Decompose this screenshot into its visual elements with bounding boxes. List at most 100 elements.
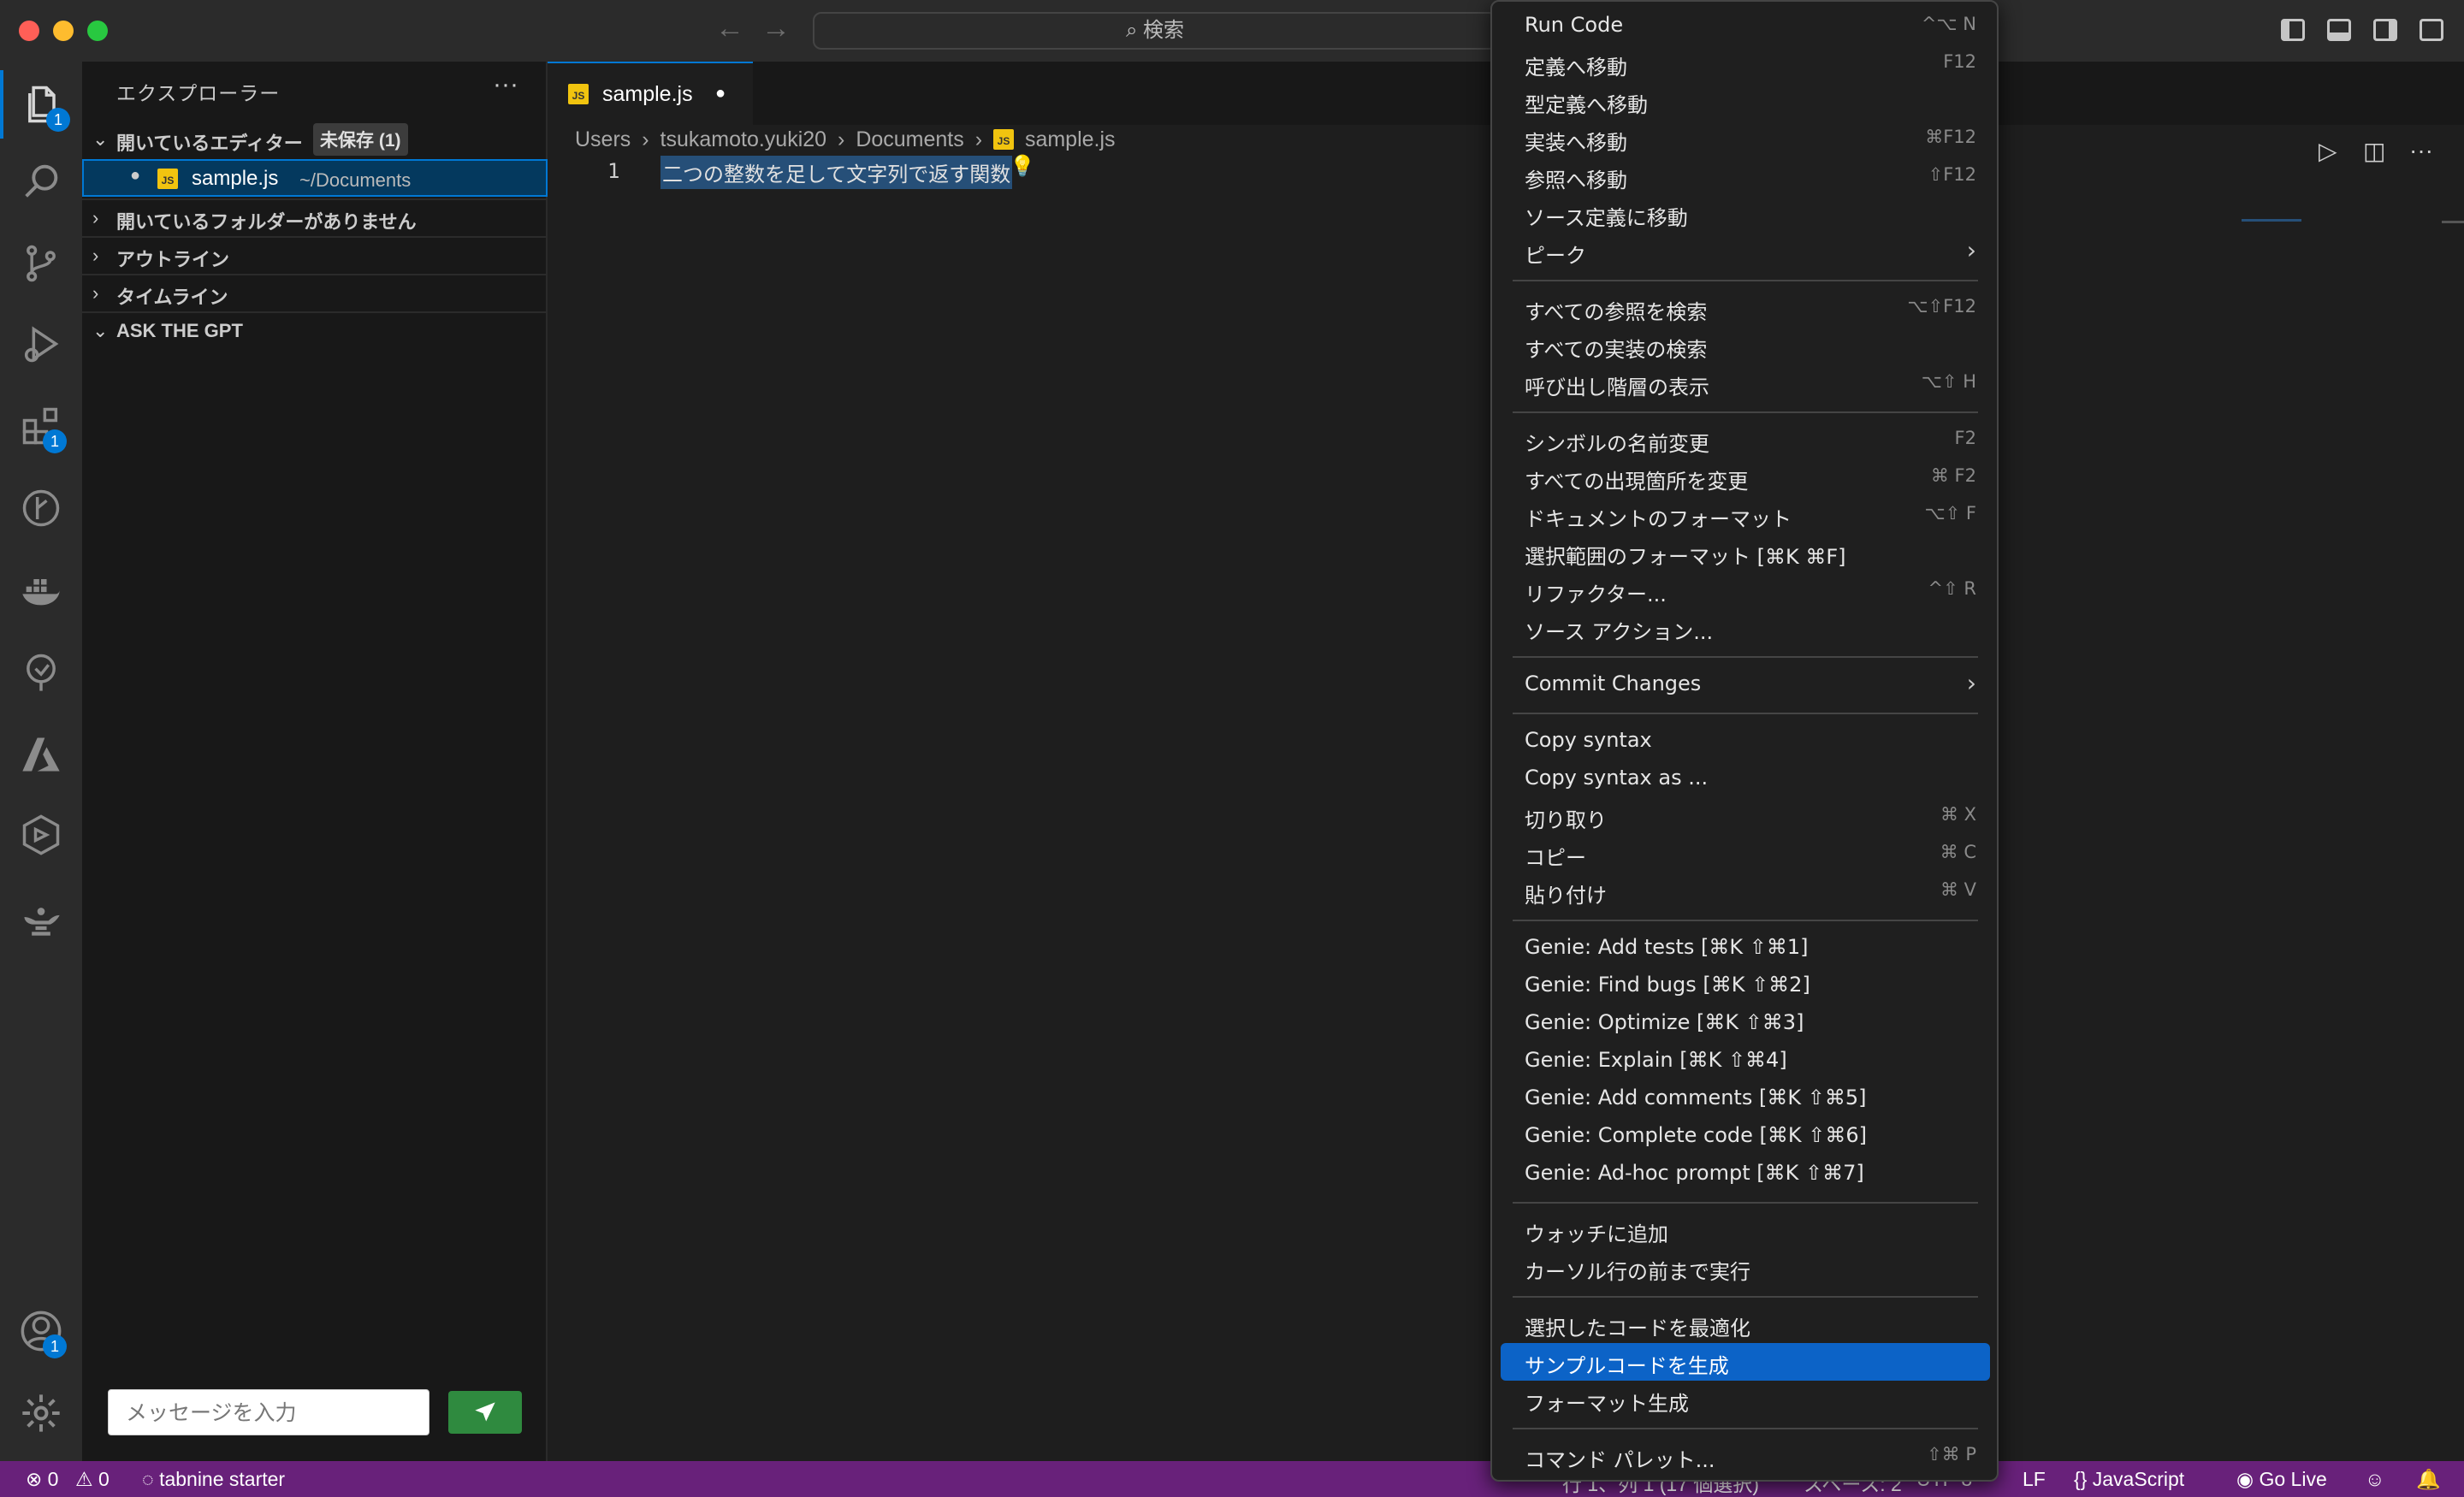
search-activity[interactable]	[0, 147, 82, 216]
send-button[interactable]	[448, 1391, 522, 1434]
menu-item[interactable]: Genie: Find bugs [⌘K ⇧⌘2]	[1501, 967, 1990, 1004]
submenu-chevron-icon: ›	[1966, 236, 1976, 264]
breadcrumb-item[interactable]: Documents	[856, 127, 963, 151]
menu-item[interactable]: Run Code ^⌥ N	[1501, 7, 1990, 44]
menu-item[interactable]: Genie: Explain [⌘K ⇧⌘4]	[1501, 1042, 1990, 1080]
menu-item[interactable]: ピーク ›	[1501, 233, 1990, 270]
open-editor-file-item[interactable]: ● JS sample.js ~/Documents	[82, 159, 548, 197]
toggle-secondary-sidebar-icon[interactable]	[2373, 19, 2397, 41]
message-input[interactable]: メッセージを入力	[108, 1389, 429, 1435]
editor-more-icon[interactable]: ···	[2409, 137, 2433, 164]
extensions-activity[interactable]: 1	[0, 392, 82, 460]
errors-count[interactable]: ⊗ 0	[26, 1468, 58, 1491]
outline-section[interactable]: › アウトライン	[82, 236, 548, 274]
timeline-section[interactable]: › タイムライン	[82, 274, 548, 311]
docker-activity[interactable]	[0, 556, 82, 624]
forward-arrow-icon[interactable]: →	[761, 12, 791, 45]
zoom-window-button[interactable]	[87, 21, 108, 41]
menu-item-label: すべての出現箇所を変更	[1525, 470, 1749, 494]
end-of-line[interactable]: LF	[2023, 1468, 2046, 1491]
tree-view-activity[interactable]	[0, 638, 82, 707]
menu-item[interactable]: Copy syntax as ...	[1501, 760, 1990, 797]
menu-item[interactable]: コピー ⌘ C	[1501, 835, 1990, 873]
menu-item-label: ソース アクション...	[1525, 620, 1714, 644]
menu-item[interactable]: カーソル行の前まで実行	[1501, 1249, 1990, 1287]
menu-item[interactable]: Genie: Optimize [⌘K ⇧⌘3]	[1501, 1004, 1990, 1042]
minimize-window-button[interactable]	[53, 21, 74, 41]
more-actions-icon[interactable]: ···	[493, 70, 518, 99]
language-label: JavaScript	[2092, 1468, 2185, 1490]
menu-item[interactable]: コマンド パレット... ⇧⌘ P	[1501, 1437, 1990, 1475]
menu-item-shortcut: ⌥⇧F12	[1907, 296, 1976, 317]
menu-item[interactable]: リファクター... ^⇧ R	[1501, 571, 1990, 609]
feedback-icon[interactable]: ☺	[2365, 1468, 2384, 1491]
menu-item[interactable]: シンボルの名前変更 F2	[1501, 421, 1990, 459]
menu-item[interactable]: Genie: Add tests [⌘K ⇧⌘1]	[1501, 929, 1990, 967]
context-menu: Run Code ^⌥ N 定義へ移動 F12 型定義へ移動実装へ移動 ⌘F12 参照へ移動…	[1490, 0, 1999, 1482]
menu-item-label: 呼び出し階層の表示	[1525, 376, 1709, 399]
warnings-count[interactable]: ⚠ 0	[75, 1468, 110, 1491]
code-line-selected[interactable]: 二つの整数を足して文字列で返す関数	[660, 156, 1013, 189]
accounts-activity[interactable]: 1	[0, 1297, 82, 1365]
menu-item[interactable]: 選択したコードを最適化	[1501, 1305, 1990, 1343]
menu-item[interactable]: ソース アクション...	[1501, 609, 1990, 647]
ask-gpt-section[interactable]: ⌄ ASK THE GPT	[82, 311, 548, 349]
menu-item[interactable]: 呼び出し階層の表示 ⌥⇧ H	[1501, 364, 1990, 402]
menu-item[interactable]: 選択範囲のフォーマット [⌘K ⌘F]	[1501, 534, 1990, 571]
tab-sample-js[interactable]: JS sample.js ●	[548, 62, 753, 125]
folder-section[interactable]: › 開いているフォルダーがありません	[82, 198, 548, 236]
menu-item[interactable]: すべての出現箇所を変更 ⌘ F2	[1501, 459, 1990, 496]
notifications-bell-icon[interactable]: 🔔	[2416, 1468, 2441, 1491]
source-control-activity[interactable]	[0, 229, 82, 298]
command-center-search[interactable]: ⌕ 検索	[813, 12, 1497, 50]
run-file-icon[interactable]: ▷	[2319, 137, 2337, 165]
file-path: ~/Documents	[299, 169, 412, 191]
menu-item-label: 切り取り	[1525, 808, 1607, 832]
js-file-icon: JS	[568, 84, 589, 104]
menu-item[interactable]: Genie: Add comments [⌘K ⇧⌘5]	[1501, 1080, 1990, 1117]
menu-item[interactable]: Copy syntax	[1501, 722, 1990, 760]
menu-item[interactable]: サンプルコードを生成	[1501, 1343, 1990, 1381]
git-graph-activity[interactable]	[0, 474, 82, 542]
language-mode[interactable]: {} JavaScript	[2074, 1468, 2184, 1491]
breadcrumb-item[interactable]: sample.js	[1025, 127, 1116, 151]
toggle-primary-sidebar-icon[interactable]	[2281, 19, 2305, 41]
menu-item[interactable]: 切り取り ⌘ X	[1501, 797, 1990, 835]
menu-item[interactable]: 型定義へ移動	[1501, 82, 1990, 120]
go-live-button[interactable]: ◉ Go Live	[2236, 1468, 2327, 1491]
back-arrow-icon[interactable]: ←	[715, 12, 744, 45]
menu-item[interactable]: フォーマット生成	[1501, 1381, 1990, 1418]
tabnine-status[interactable]: ◌ tabnine starter	[142, 1468, 285, 1491]
breadcrumb-item[interactable]: Users	[575, 127, 631, 151]
menu-item-shortcut: ⌘F12	[1925, 127, 1976, 147]
menu-item-label: 型定義へ移動	[1525, 93, 1648, 117]
split-editor-icon[interactable]: ◫	[2363, 137, 2385, 165]
menu-item[interactable]: Genie: Ad-hoc prompt [⌘K ⇧⌘7]	[1501, 1155, 1990, 1192]
menu-separator	[1513, 1202, 1978, 1204]
genie-activity[interactable]	[0, 883, 82, 951]
menu-item[interactable]: ウォッチに追加	[1501, 1211, 1990, 1249]
close-window-button[interactable]	[19, 21, 39, 41]
menu-item[interactable]: すべての参照を検索 ⌥⇧F12	[1501, 289, 1990, 327]
menu-item[interactable]: ドキュメントのフォーマット ⌥⇧ F	[1501, 496, 1990, 534]
menu-item[interactable]: 定義へ移動 F12	[1501, 44, 1990, 82]
explorer-activity[interactable]: 1	[0, 70, 82, 139]
manage-activity[interactable]	[0, 1379, 82, 1447]
open-editors-section[interactable]: ⌄ 開いているエディター 未保存 (1)	[82, 121, 548, 159]
azure-activity[interactable]	[0, 720, 82, 789]
run-debug-activity[interactable]	[0, 310, 82, 378]
menu-item[interactable]: 参照へ移動 ⇧F12	[1501, 157, 1990, 195]
menu-item[interactable]: Commit Changes ›	[1501, 666, 1990, 703]
menu-item[interactable]: Genie: Complete code [⌘K ⇧⌘6]	[1501, 1117, 1990, 1155]
menu-item[interactable]: 実装へ移動 ⌘F12	[1501, 120, 1990, 157]
menu-item[interactable]: すべての実装の検索	[1501, 327, 1990, 364]
menu-item-label: すべての実装の検索	[1525, 338, 1708, 362]
remote-explorer-activity[interactable]	[0, 801, 82, 869]
unsaved-dot-icon[interactable]: ●	[715, 84, 726, 104]
lightbulb-icon[interactable]: 💡	[1010, 154, 1035, 179]
toggle-panel-icon[interactable]	[2327, 19, 2351, 41]
menu-item[interactable]: 貼り付け ⌘ V	[1501, 873, 1990, 910]
breadcrumb-item[interactable]: tsukamoto.yuki20	[660, 127, 827, 151]
menu-item[interactable]: ソース定義に移動	[1501, 195, 1990, 233]
customize-layout-icon[interactable]	[2420, 19, 2443, 41]
